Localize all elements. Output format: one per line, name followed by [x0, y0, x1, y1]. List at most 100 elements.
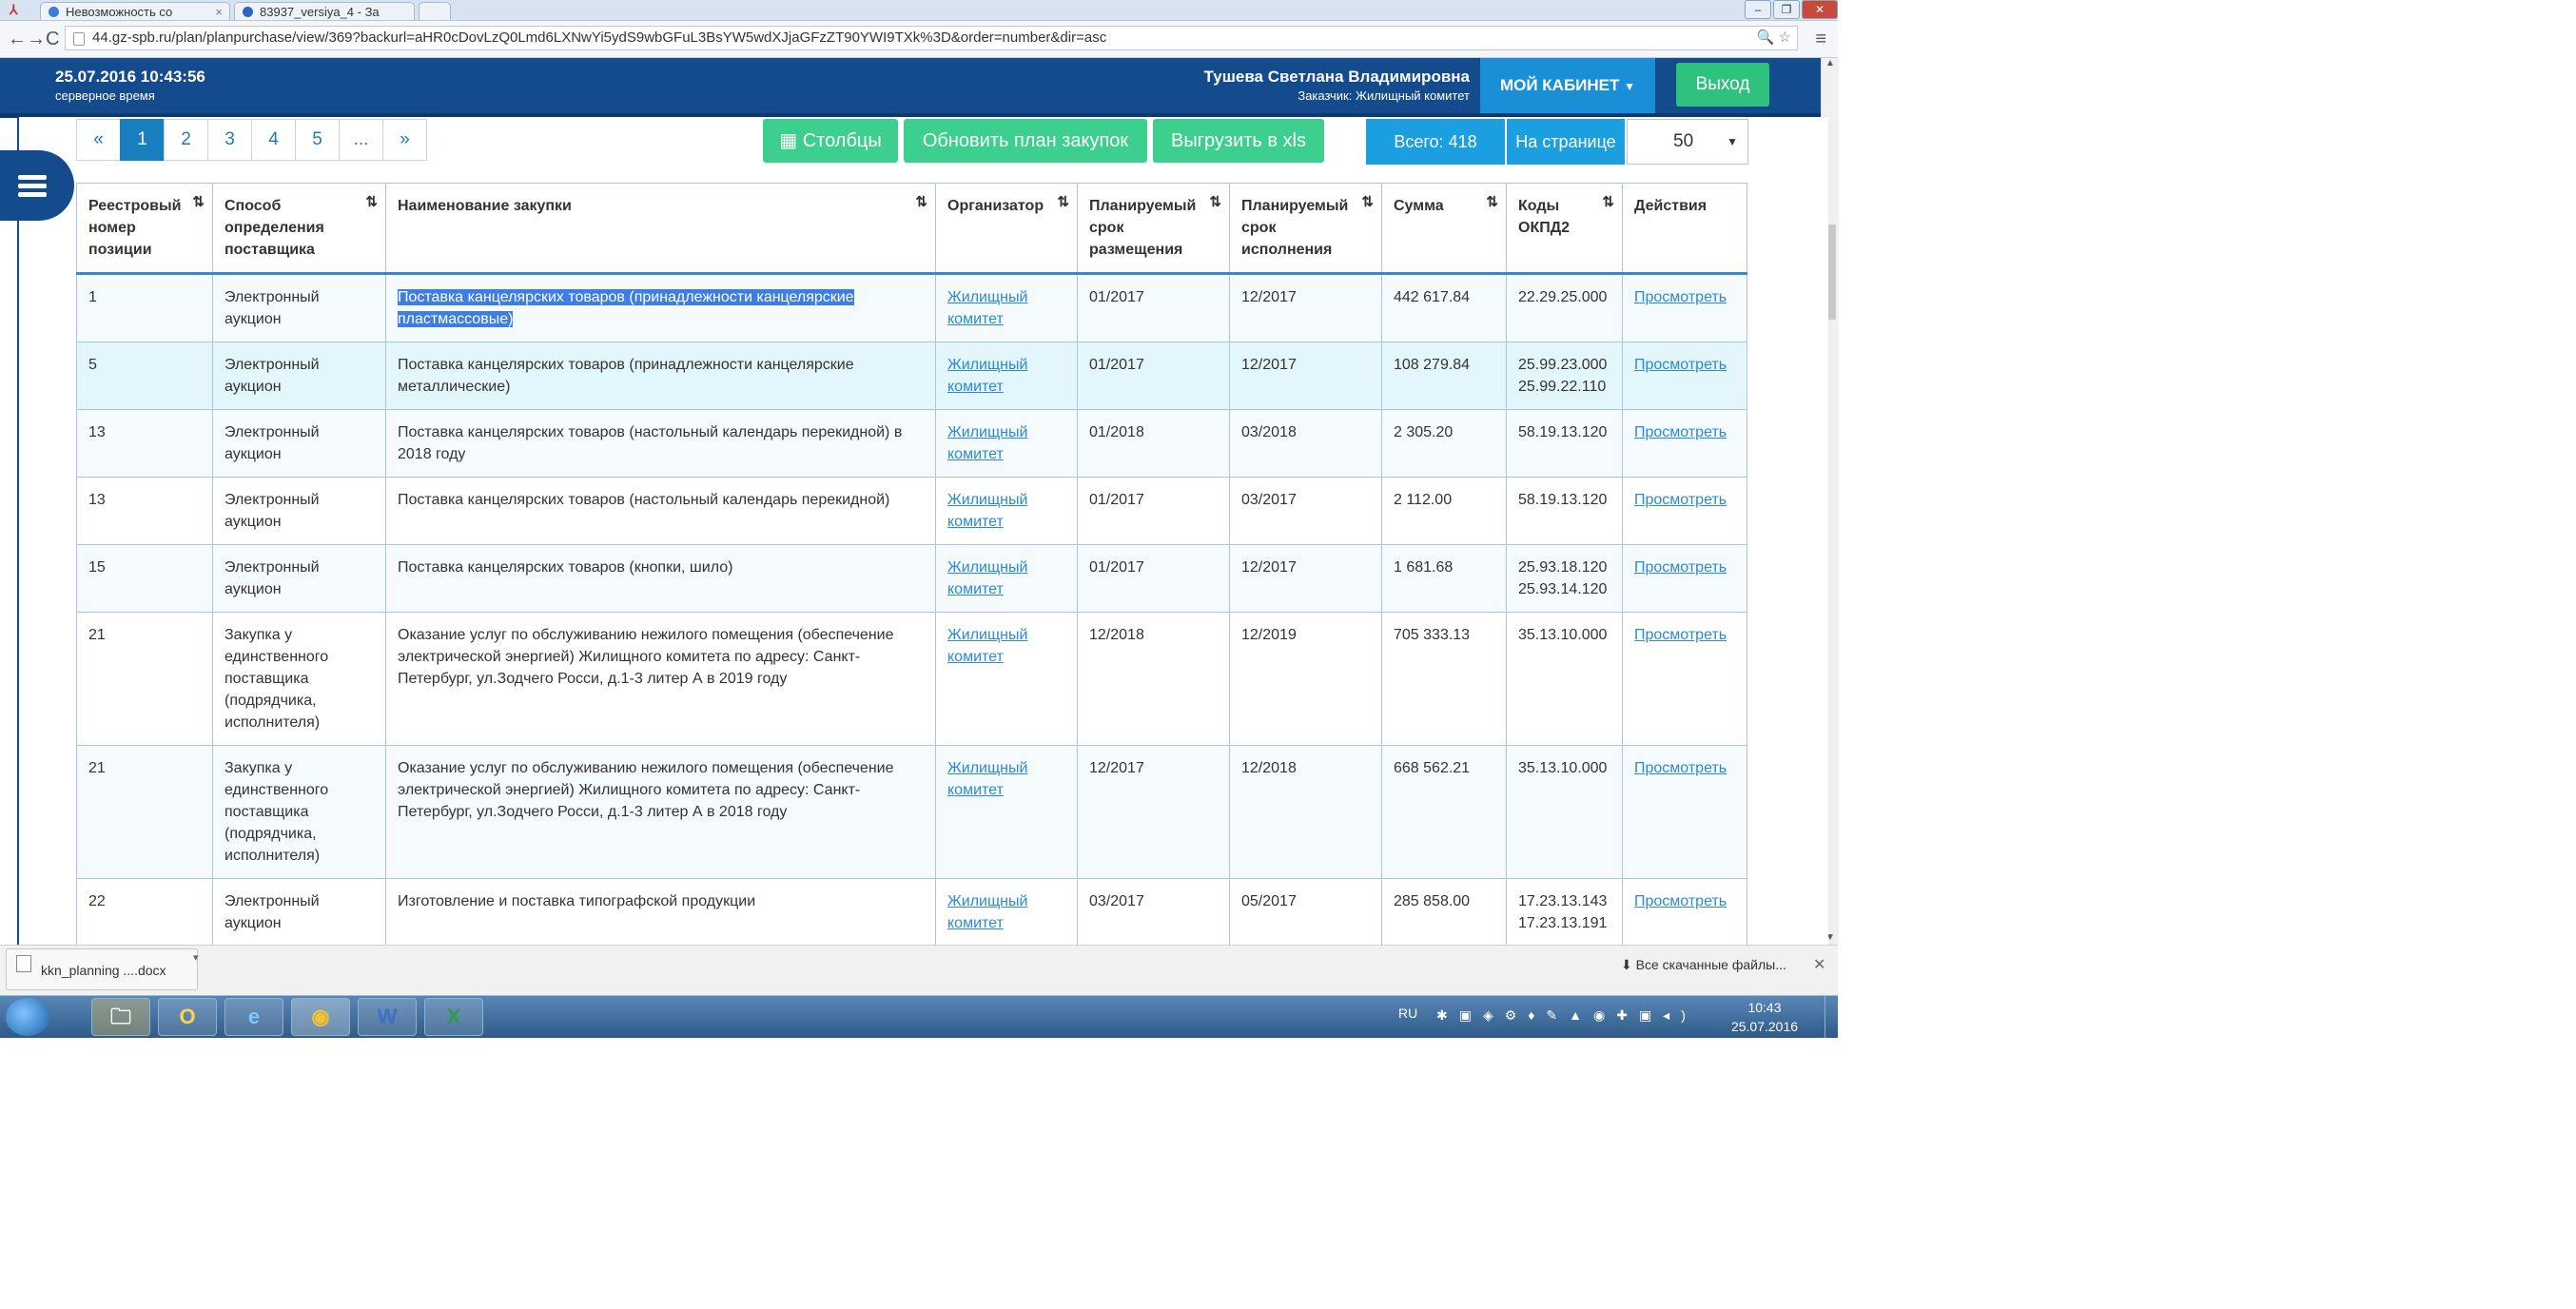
organizer-link[interactable]: Жилищный комитет: [947, 760, 1027, 798]
sort-icon[interactable]: ⇅: [1486, 191, 1498, 213]
col-header-codes[interactable]: Коды ОКПД2 ⇅: [1506, 183, 1623, 275]
my-cabinet-button[interactable]: МОЙ КАБИНЕТ ▼: [1480, 58, 1655, 113]
page-prev[interactable]: «: [76, 119, 121, 161]
my-cabinet-label: МОЙ КАБИНЕТ: [1499, 76, 1620, 94]
cell-name: Поставка канцелярских товаров (принадлеж…: [385, 342, 936, 410]
caret-down-icon[interactable]: ▾: [193, 951, 199, 964]
zoom-star-icons[interactable]: 🔍 ☆: [1757, 27, 1791, 49]
col-header-name[interactable]: Наименование закупки ⇅: [385, 183, 936, 275]
sort-icon[interactable]: ⇅: [365, 191, 378, 213]
explorer-taskbar-icon[interactable]: 🗀: [91, 998, 150, 1036]
url-text: 44.gz-spb.ru/plan/planpurchase/view/369?…: [92, 29, 1107, 46]
page-ellipsis[interactable]: ...: [339, 119, 383, 161]
forward-button[interactable]: →: [27, 29, 46, 49]
cell-name: Поставка канцелярских товаров (настольны…: [385, 477, 936, 545]
sort-icon[interactable]: ⇅: [1057, 191, 1069, 213]
cell-method-text: Электронный аукцион: [224, 492, 320, 530]
view-link[interactable]: Просмотреть: [1634, 357, 1727, 373]
start-button[interactable]: [6, 998, 49, 1036]
show-desktop-button[interactable]: [1825, 996, 1839, 1038]
close-window-button[interactable]: ✕: [1802, 0, 1838, 19]
cell-codes-text: 58.19.13.120: [1518, 424, 1608, 440]
page-2[interactable]: 2: [164, 119, 208, 161]
col-header-placement[interactable]: Планируемый срок размещения ⇅: [1077, 183, 1230, 275]
view-link[interactable]: Просмотреть: [1634, 627, 1727, 643]
view-link[interactable]: Просмотреть: [1634, 760, 1727, 776]
view-link[interactable]: Просмотреть: [1634, 424, 1727, 440]
sort-icon[interactable]: ⇅: [1602, 191, 1614, 213]
view-link[interactable]: Просмотреть: [1634, 289, 1727, 305]
export-xls-button[interactable]: Выгрузить в xls: [1153, 119, 1324, 163]
maximize-button[interactable]: ❐: [1773, 0, 1800, 19]
page-next[interactable]: »: [382, 119, 427, 161]
back-button[interactable]: ←: [8, 29, 27, 49]
cell-sum-text: 442 617.84: [1394, 289, 1471, 305]
logout-button[interactable]: Выход: [1676, 63, 1769, 107]
system-tray-icons[interactable]: ✱▣◈⚙♦✎▲◉✚▣◂): [1436, 1007, 1697, 1024]
show-all-downloads-link[interactable]: ⬇ Все скачанные файлы...: [1621, 957, 1786, 973]
cell-method-text: Электронный аукцион: [224, 289, 320, 327]
excel-taskbar-icon[interactable]: X: [424, 998, 483, 1036]
cell-name-text: Оказание услуг по обслуживанию нежилого …: [398, 627, 894, 687]
col-header-sum[interactable]: Сумма ⇅: [1381, 183, 1507, 275]
per-page-select[interactable]: 50 ▼: [1627, 119, 1748, 165]
minimize-button[interactable]: –: [1745, 0, 1771, 19]
page-3[interactable]: 3: [207, 119, 252, 161]
organizer-link[interactable]: Жилищный комитет: [947, 357, 1027, 395]
col-header-number[interactable]: Реестровый номер позиции ⇅: [76, 183, 213, 275]
cell-placement-text: 03/2017: [1089, 893, 1144, 909]
cell-method-text: Электронный аукцион: [224, 357, 320, 395]
sort-icon[interactable]: ⇅: [1361, 191, 1374, 213]
word-taskbar-icon[interactable]: W: [358, 998, 417, 1036]
sidebar-toggle-button[interactable]: [0, 150, 74, 221]
view-link[interactable]: Просмотреть: [1634, 492, 1727, 508]
clock-time[interactable]: 10:43: [1731, 1000, 1798, 1015]
organizer-link[interactable]: Жилищный комитет: [947, 492, 1027, 530]
scroll-up-icon[interactable]: ▲: [1825, 58, 1835, 68]
sort-icon[interactable]: ⇅: [192, 191, 205, 213]
update-plan-button[interactable]: Обновить план закупок: [904, 119, 1147, 163]
cell-execution-text: 03/2017: [1241, 492, 1297, 508]
ie-taskbar-icon[interactable]: e: [224, 998, 283, 1036]
page-1[interactable]: 1: [120, 119, 165, 161]
page-4[interactable]: 4: [251, 119, 296, 161]
close-icon[interactable]: ×: [215, 3, 223, 20]
clock-date[interactable]: 25.07.2016: [1727, 1019, 1803, 1034]
view-link[interactable]: Просмотреть: [1634, 559, 1727, 576]
sort-icon[interactable]: ⇅: [1209, 191, 1221, 213]
cell-placement: 01/2017: [1077, 342, 1230, 410]
organizer-link[interactable]: Жилищный комитет: [947, 289, 1027, 327]
menu-icon[interactable]: ≡: [1815, 29, 1826, 50]
new-tab-button[interactable]: [419, 2, 451, 20]
browser-tab-2[interactable]: 83937_versiya_4 - За: [234, 2, 415, 20]
url-input[interactable]: 44.gz-spb.ru/plan/planpurchase/view/369?…: [65, 26, 1798, 50]
chrome-taskbar-icon[interactable]: ◉: [291, 998, 350, 1036]
organizer-link[interactable]: Жилищный комитет: [947, 893, 1027, 931]
col-header-organizer[interactable]: Организатор ⇅: [935, 183, 1078, 275]
cell-codes-text: 22.29.25.000: [1518, 289, 1608, 305]
browser-tab-1[interactable]: Невозможность со ×: [40, 2, 230, 20]
cell-method-text: Закупка у единственного поставщика (подр…: [224, 760, 329, 864]
columns-button[interactable]: ▦ Столбцы: [763, 119, 898, 163]
cell-organizer: Жилищный комитет: [935, 612, 1078, 746]
cell-action: Просмотреть: [1622, 612, 1747, 746]
organizer-link[interactable]: Жилищный комитет: [947, 627, 1027, 665]
cell-execution-text: 03/2018: [1241, 424, 1297, 440]
cell-method-text: Электронный аукцион: [224, 424, 320, 462]
language-indicator[interactable]: RU: [1398, 1006, 1417, 1021]
view-link[interactable]: Просмотреть: [1634, 893, 1727, 909]
cell-codes: 22.29.25.000: [1506, 273, 1623, 342]
cell-execution-text: 05/2017: [1241, 893, 1297, 909]
reload-button[interactable]: C: [46, 29, 59, 49]
table-row: 5 Электронный аукцион Поставка канцелярски…: [76, 342, 1747, 410]
page-5[interactable]: 5: [295, 119, 340, 161]
outlook-taskbar-icon[interactable]: O: [158, 998, 217, 1036]
close-icon[interactable]: ✕: [1813, 955, 1825, 974]
col-header-execution[interactable]: Планируемый срок исполнения ⇅: [1229, 183, 1382, 275]
download-item[interactable]: kkn_planning ....docx ▾: [6, 948, 199, 990]
cell-name-text: Поставка канцелярских товаров (настольны…: [398, 492, 890, 508]
organizer-link[interactable]: Жилищный комитет: [947, 559, 1027, 597]
sort-icon[interactable]: ⇅: [915, 191, 927, 213]
organizer-link[interactable]: Жилищный комитет: [947, 424, 1027, 462]
col-header-method[interactable]: Способ определения поставщика ⇅: [212, 183, 386, 275]
